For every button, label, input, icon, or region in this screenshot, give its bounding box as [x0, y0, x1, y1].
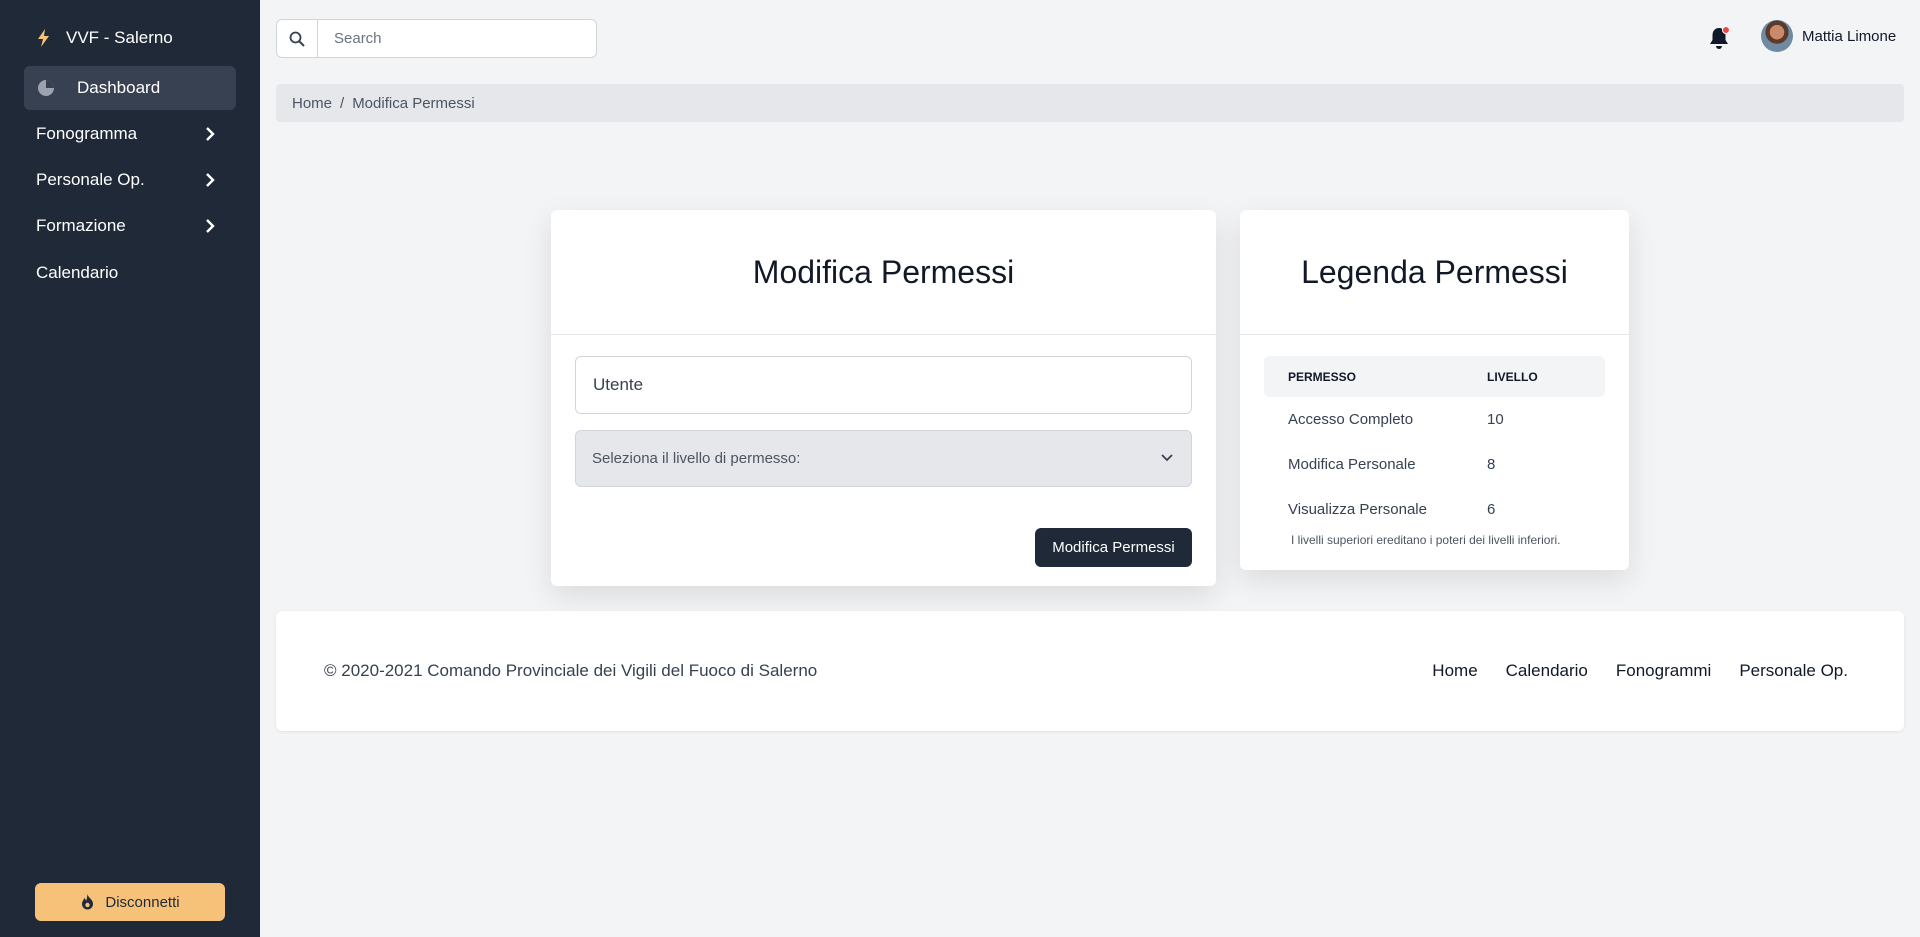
breadcrumb: Home / Modifica Permessi	[276, 84, 1904, 122]
avatar	[1761, 20, 1793, 52]
brand-name: VVF - Salerno	[66, 28, 173, 47]
sidebar-item-dashboard[interactable]: Dashboard	[24, 66, 236, 110]
livello-cell: 10	[1487, 411, 1504, 428]
permesso-cell: Modifica Personale	[1288, 456, 1416, 473]
permission-form-card: Modifica Permessi Seleziona il livello d…	[551, 210, 1216, 586]
footer: © 2020-2021 Comando Provinciale dei Vigi…	[276, 611, 1904, 731]
chevron-down-icon	[1161, 454, 1173, 462]
legend-table: PERMESSO LIVELLO Accesso Completo 10 Mod…	[1264, 356, 1605, 532]
footer-link-fonogrammi[interactable]: Fonogrammi	[1616, 661, 1711, 681]
footer-link-calendario[interactable]: Calendario	[1506, 661, 1588, 681]
breadcrumb-current: Modifica Permessi	[352, 94, 475, 112]
fire-icon	[82, 894, 94, 910]
breadcrumb-separator: /	[340, 94, 345, 112]
search-bar	[276, 19, 597, 58]
sidebar-item-personale[interactable]: Personale Op.	[24, 158, 236, 202]
notifications-button[interactable]	[1708, 26, 1730, 50]
header-permesso: PERMESSO	[1288, 369, 1357, 384]
pie-chart-icon	[38, 80, 54, 96]
permesso-cell: Visualizza Personale	[1288, 501, 1427, 518]
legend-note: I livelli superiori ereditano i poteri d…	[1291, 533, 1561, 547]
search-input[interactable]	[318, 20, 596, 57]
footer-link-home[interactable]: Home	[1432, 661, 1477, 681]
brand[interactable]: VVF - Salerno	[36, 28, 173, 48]
sidebar-item-label: Fonogramma	[36, 124, 138, 143]
livello-cell: 6	[1487, 501, 1496, 518]
livello-cell: 8	[1487, 456, 1496, 473]
table-row: Modifica Personale 8	[1264, 442, 1605, 487]
sidebar-item-label: Formazione	[36, 216, 126, 235]
breadcrumb-home[interactable]: Home	[292, 95, 332, 112]
search-icon	[289, 31, 305, 47]
logout-label: Disconnetti	[105, 893, 180, 911]
footer-links: Home Calendario Fonogrammi Personale Op.	[1432, 661, 1848, 681]
lightning-icon	[38, 29, 49, 47]
chevron-right-icon	[206, 127, 215, 141]
chevron-right-icon	[206, 173, 215, 187]
table-row: Accesso Completo 10	[1264, 397, 1605, 442]
copyright: © 2020-2021 Comando Provinciale dei Vigi…	[324, 661, 818, 680]
table-row: Visualizza Personale 6	[1264, 487, 1605, 532]
chevron-right-icon	[206, 219, 215, 233]
legend-card: Legenda Permessi PERMESSO LIVELLO Access…	[1240, 210, 1629, 570]
footer-link-personale[interactable]: Personale Op.	[1739, 661, 1848, 681]
permission-level-select[interactable]: Seleziona il livello di permesso:	[575, 430, 1192, 487]
sidebar-item-fonogramma[interactable]: Fonogramma	[24, 112, 236, 156]
sidebar-item-formazione[interactable]: Formazione	[24, 204, 236, 248]
sidebar-item-calendario[interactable]: Calendario	[24, 251, 236, 295]
sidebar-item-label: Personale Op.	[36, 170, 145, 189]
sidebar-item-label: Calendario	[36, 263, 119, 282]
search-button[interactable]	[277, 20, 318, 57]
header-livello: LIVELLO	[1487, 369, 1538, 384]
user-name: Mattia Limone	[1802, 27, 1897, 45]
user-input[interactable]	[575, 356, 1192, 414]
card-title: Legenda Permessi	[1240, 210, 1629, 335]
permesso-cell: Accesso Completo	[1288, 411, 1414, 428]
select-label: Seleziona il livello di permesso:	[592, 450, 801, 467]
sidebar-item-label: Dashboard	[77, 78, 161, 97]
logout-button[interactable]: Disconnetti	[35, 883, 225, 921]
table-header: PERMESSO LIVELLO	[1264, 356, 1605, 397]
card-title: Modifica Permessi	[551, 210, 1216, 335]
user-menu[interactable]: Mattia Limone	[1761, 20, 1896, 52]
notification-dot	[1722, 26, 1730, 34]
sidebar: VVF - Salerno Dashboard Fonogramma Perso…	[0, 0, 260, 937]
submit-button[interactable]: Modifica Permessi	[1035, 528, 1192, 567]
